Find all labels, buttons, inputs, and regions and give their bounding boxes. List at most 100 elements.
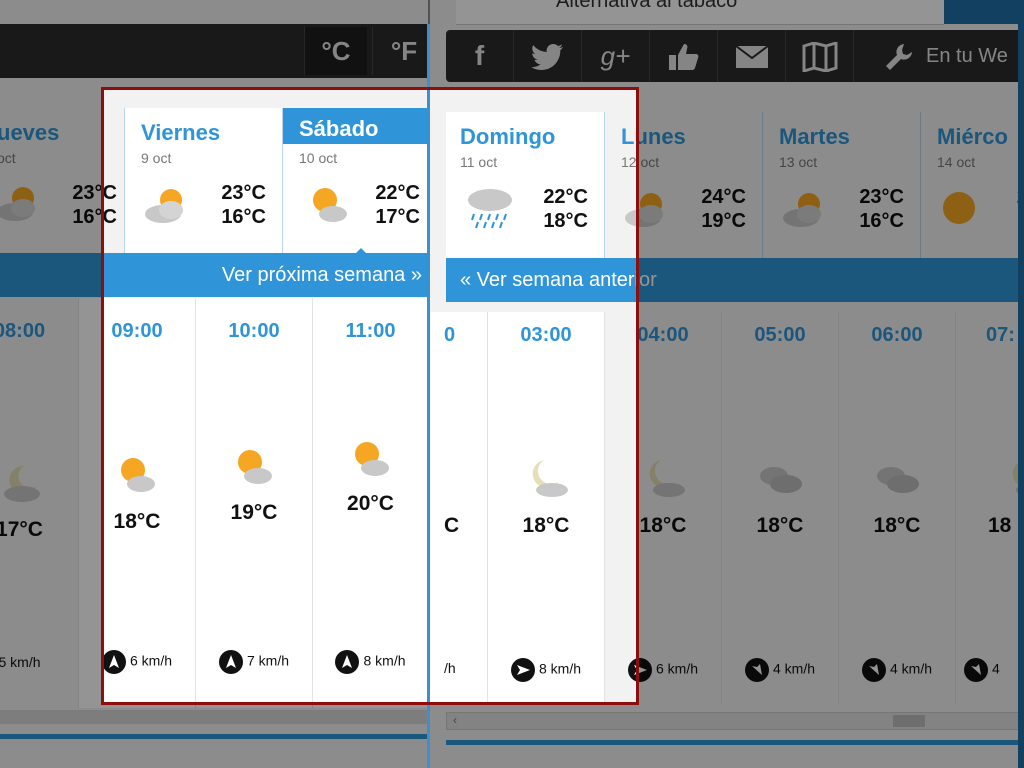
hour-column: 06:00 18°C 4 km/h: [838, 312, 955, 704]
day-card-monday[interactable]: Lunes 12 oct 24°C 19°C: [604, 112, 762, 262]
fahrenheit-toggle[interactable]: °F: [372, 27, 428, 75]
tools-label: En tu We: [926, 45, 1008, 67]
wind-speed: /h: [444, 660, 456, 676]
like-icon[interactable]: [650, 30, 718, 82]
day-name: Martes: [779, 124, 850, 149]
hour-time: 06:00: [871, 324, 923, 346]
hour-wind: 6 km/h: [79, 650, 195, 674]
hour-time: 08:00: [0, 320, 46, 342]
day-max-temp: 23°C: [859, 186, 904, 208]
next-week-label: Ver próxima semana »: [221, 264, 422, 286]
horizontal-scrollbar[interactable]: ‹: [446, 712, 1024, 730]
wind-speed: 4: [992, 660, 1000, 677]
previous-week-link[interactable]: « Ver semana anterior: [446, 258, 1024, 302]
day-min-temp: 17°C: [375, 206, 420, 228]
hour-wind: 6 km/h: [605, 658, 721, 682]
hour-column: 03:00 18°C 8 km/h: [487, 312, 604, 704]
wind-direction-icon: [744, 658, 769, 682]
hour-time: 09:00: [111, 320, 163, 342]
day-card-thursday[interactable]: ueves oct 23°C 16°C: [0, 108, 125, 258]
top-strip-text: Alternativa al tabaco: [556, 0, 738, 12]
partly-cloudy-icon: [145, 189, 183, 223]
top-search-strip: Alternativa al tabaco: [456, 0, 944, 25]
mail-icon[interactable]: [718, 30, 786, 82]
scroll-left-arrow[interactable]: ‹: [453, 713, 457, 727]
wind-direction-icon: [101, 650, 126, 674]
day-name: Domingo: [460, 124, 556, 149]
hour-column: 07: 18 4: [955, 312, 1024, 704]
day-name: Miérco: [937, 124, 1008, 149]
day-min-temp: 16°C: [859, 210, 904, 232]
day-card-wednesday[interactable]: Miérco 14 oct 2 1: [920, 112, 1024, 262]
cloud-icon: [760, 467, 802, 493]
hour-wind: 7 km/h: [196, 650, 312, 674]
hour-temp: 18°C: [522, 514, 570, 537]
day-max-temp: 23°C: [221, 182, 266, 204]
wind-speed: 8 km/h: [538, 660, 581, 677]
day-date: 14 oct: [937, 154, 976, 170]
day-min-temp: 16°C: [72, 206, 117, 228]
bottom-rule: [446, 740, 1024, 745]
day-max-temp: 23°C: [72, 182, 117, 204]
day-min-temp: 19°C: [701, 210, 746, 232]
day-name: Viernes: [141, 120, 221, 145]
wind-direction-icon: [510, 658, 535, 682]
hour-temp: 18°C: [873, 514, 921, 537]
hour-temp: C: [444, 514, 460, 537]
wind-speed: 8 km/h: [363, 652, 406, 669]
hour-wind: 4 km/h: [839, 658, 955, 682]
day-date: 10 oct: [299, 150, 338, 166]
wrench-icon: [886, 43, 912, 70]
hour-wind: 4: [964, 658, 1024, 682]
hour-column: 11:00 20°C 8 km/h: [312, 298, 428, 708]
hour-column: 04:00 18°C 6 km/h: [604, 312, 721, 704]
wind-direction-icon: [861, 658, 886, 682]
previous-week-label: « Ver semana anterior: [460, 269, 657, 291]
day-card-saturday-selected[interactable]: Sábado 10 oct 22°C 17°C: [282, 108, 428, 260]
day-min-temp: 18°C: [543, 210, 588, 232]
google-plus-icon[interactable]: g+: [582, 30, 650, 82]
tools-menu[interactable]: En tu We: [866, 30, 1024, 82]
partly-cloudy-icon: [313, 188, 347, 222]
right-edge-bar: [1018, 0, 1024, 768]
hour-wind: /h: [444, 660, 487, 676]
facebook-icon[interactable]: f: [446, 30, 514, 82]
hour-wind: 8 km/h: [488, 658, 604, 682]
twitter-icon[interactable]: [514, 30, 582, 82]
hour-column: 09:00 18°C 6 km/h: [78, 298, 195, 708]
celsius-toggle[interactable]: °C: [304, 27, 367, 75]
day-max-temp: 22°C: [543, 186, 588, 208]
hour-column: 05:00 18°C 4 km/h: [721, 312, 838, 704]
wind-speed: 5 km/h: [0, 654, 41, 670]
day-card-tuesday[interactable]: Martes 13 oct 23°C 16°C: [762, 112, 920, 262]
scroll-thumb[interactable]: [893, 715, 925, 727]
wind-direction-icon: [335, 650, 360, 674]
day-date: 13 oct: [779, 154, 818, 170]
wind-direction-icon: [964, 658, 988, 682]
day-date: 11 oct: [460, 154, 498, 170]
hour-time: 10:00: [228, 320, 280, 342]
scroll-track[interactable]: [0, 710, 428, 724]
moon-cloud-icon: [649, 460, 685, 497]
right-forecast-panel: Alternativa al tabaco f g+ En tu We Domi…: [430, 0, 1024, 768]
wind-speed: 4 km/h: [889, 660, 932, 677]
hour-temp: 18°C: [639, 514, 687, 537]
next-week-link[interactable]: Ver próxima semana »: [0, 253, 428, 297]
hour-temp: 19°C: [230, 501, 278, 524]
wind-speed: 6 km/h: [655, 660, 698, 677]
hour-temp: 20°C: [347, 492, 394, 515]
hour-column: 10:00 19°C 7 km/h: [195, 298, 312, 708]
hour-time: 03:00: [520, 324, 572, 346]
day-name: Sábado: [299, 116, 379, 141]
day-card-sunday[interactable]: Domingo 11 oct 22°C 18°C: [446, 112, 604, 262]
partly-cloudy-icon: [783, 193, 821, 227]
map-icon[interactable]: [786, 30, 854, 82]
bottom-rule: [0, 734, 428, 739]
sun-icon: [943, 192, 975, 224]
day-max-temp: 24°C: [701, 186, 746, 208]
moon-cloud-icon: [532, 460, 568, 497]
top-blue-corner: [944, 0, 1024, 24]
day-card-friday[interactable]: Viernes 9 oct 23°C 16°C: [124, 108, 282, 258]
day-date: 12 oct: [621, 154, 660, 170]
rain-cloud-icon: [468, 189, 512, 229]
